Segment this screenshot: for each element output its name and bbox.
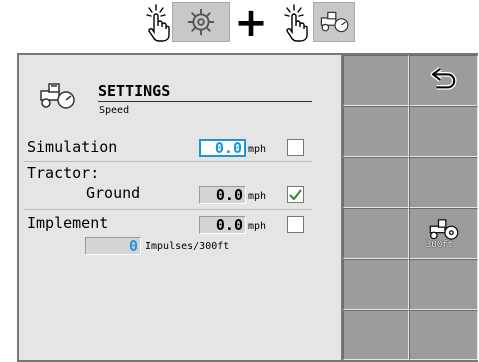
softkey-empty[interactable] — [409, 157, 478, 208]
page-subtitle: Speed — [99, 105, 130, 116]
softkey-empty[interactable] — [343, 157, 409, 208]
simulation-speed-field[interactable]: 0.0 — [199, 139, 246, 157]
plus-sign: + — [234, 0, 268, 46]
softkey-column: 300ft — [343, 55, 478, 360]
calibrate-300ft-label: 300ft — [426, 240, 454, 250]
divider — [24, 161, 312, 162]
calibrate-300ft-button[interactable]: 300ft — [409, 208, 478, 259]
page-title: SETTINGS — [98, 82, 171, 100]
softkey-empty[interactable] — [343, 259, 409, 310]
implement-unit: mph — [248, 221, 267, 232]
title-underline — [98, 101, 312, 102]
softkey-empty[interactable] — [343, 106, 409, 157]
impulses-unit: Impulses/300ft — [145, 241, 230, 252]
simulation-unit: mph — [248, 144, 267, 155]
tractor-label: Tractor: — [27, 164, 100, 182]
tractor-300ft-icon — [429, 219, 459, 240]
divider — [24, 209, 312, 210]
ground-speed-value: 0.0 — [199, 186, 246, 204]
tractor-gauge-icon — [40, 83, 75, 109]
return-arrow-icon — [430, 66, 457, 90]
terminal-screen: SETTINGS Speed Simulation 0.0 mph Tracto… — [17, 53, 478, 362]
softkey-empty[interactable] — [343, 310, 409, 360]
softkey-empty[interactable] — [343, 55, 409, 106]
softkey-empty[interactable] — [409, 310, 478, 360]
tractor-speed-button — [313, 2, 355, 42]
simulation-label: Simulation — [27, 138, 118, 156]
simulation-checkbox[interactable] — [287, 139, 304, 156]
tap-hand-icon — [283, 4, 309, 42]
impulses-field[interactable]: 0 — [85, 237, 141, 255]
settings-icon-button — [172, 2, 230, 42]
gear-icon — [187, 8, 215, 36]
checkmark-icon — [289, 189, 302, 201]
back-button[interactable] — [409, 55, 478, 106]
implement-checkbox[interactable] — [287, 216, 304, 233]
implement-label: Implement — [27, 214, 109, 232]
tractor-gauge-icon — [320, 11, 349, 33]
softkey-empty[interactable] — [343, 208, 409, 259]
ground-label: Ground — [86, 184, 141, 202]
softkey-empty[interactable] — [409, 106, 478, 157]
ground-unit: mph — [248, 191, 267, 202]
softkey-empty[interactable] — [409, 259, 478, 310]
implement-speed-value: 0.0 — [199, 216, 246, 234]
ground-checkbox[interactable] — [287, 186, 304, 203]
settings-panel: SETTINGS Speed Simulation 0.0 mph Tracto… — [19, 55, 341, 360]
tap-hand-icon — [145, 4, 171, 42]
